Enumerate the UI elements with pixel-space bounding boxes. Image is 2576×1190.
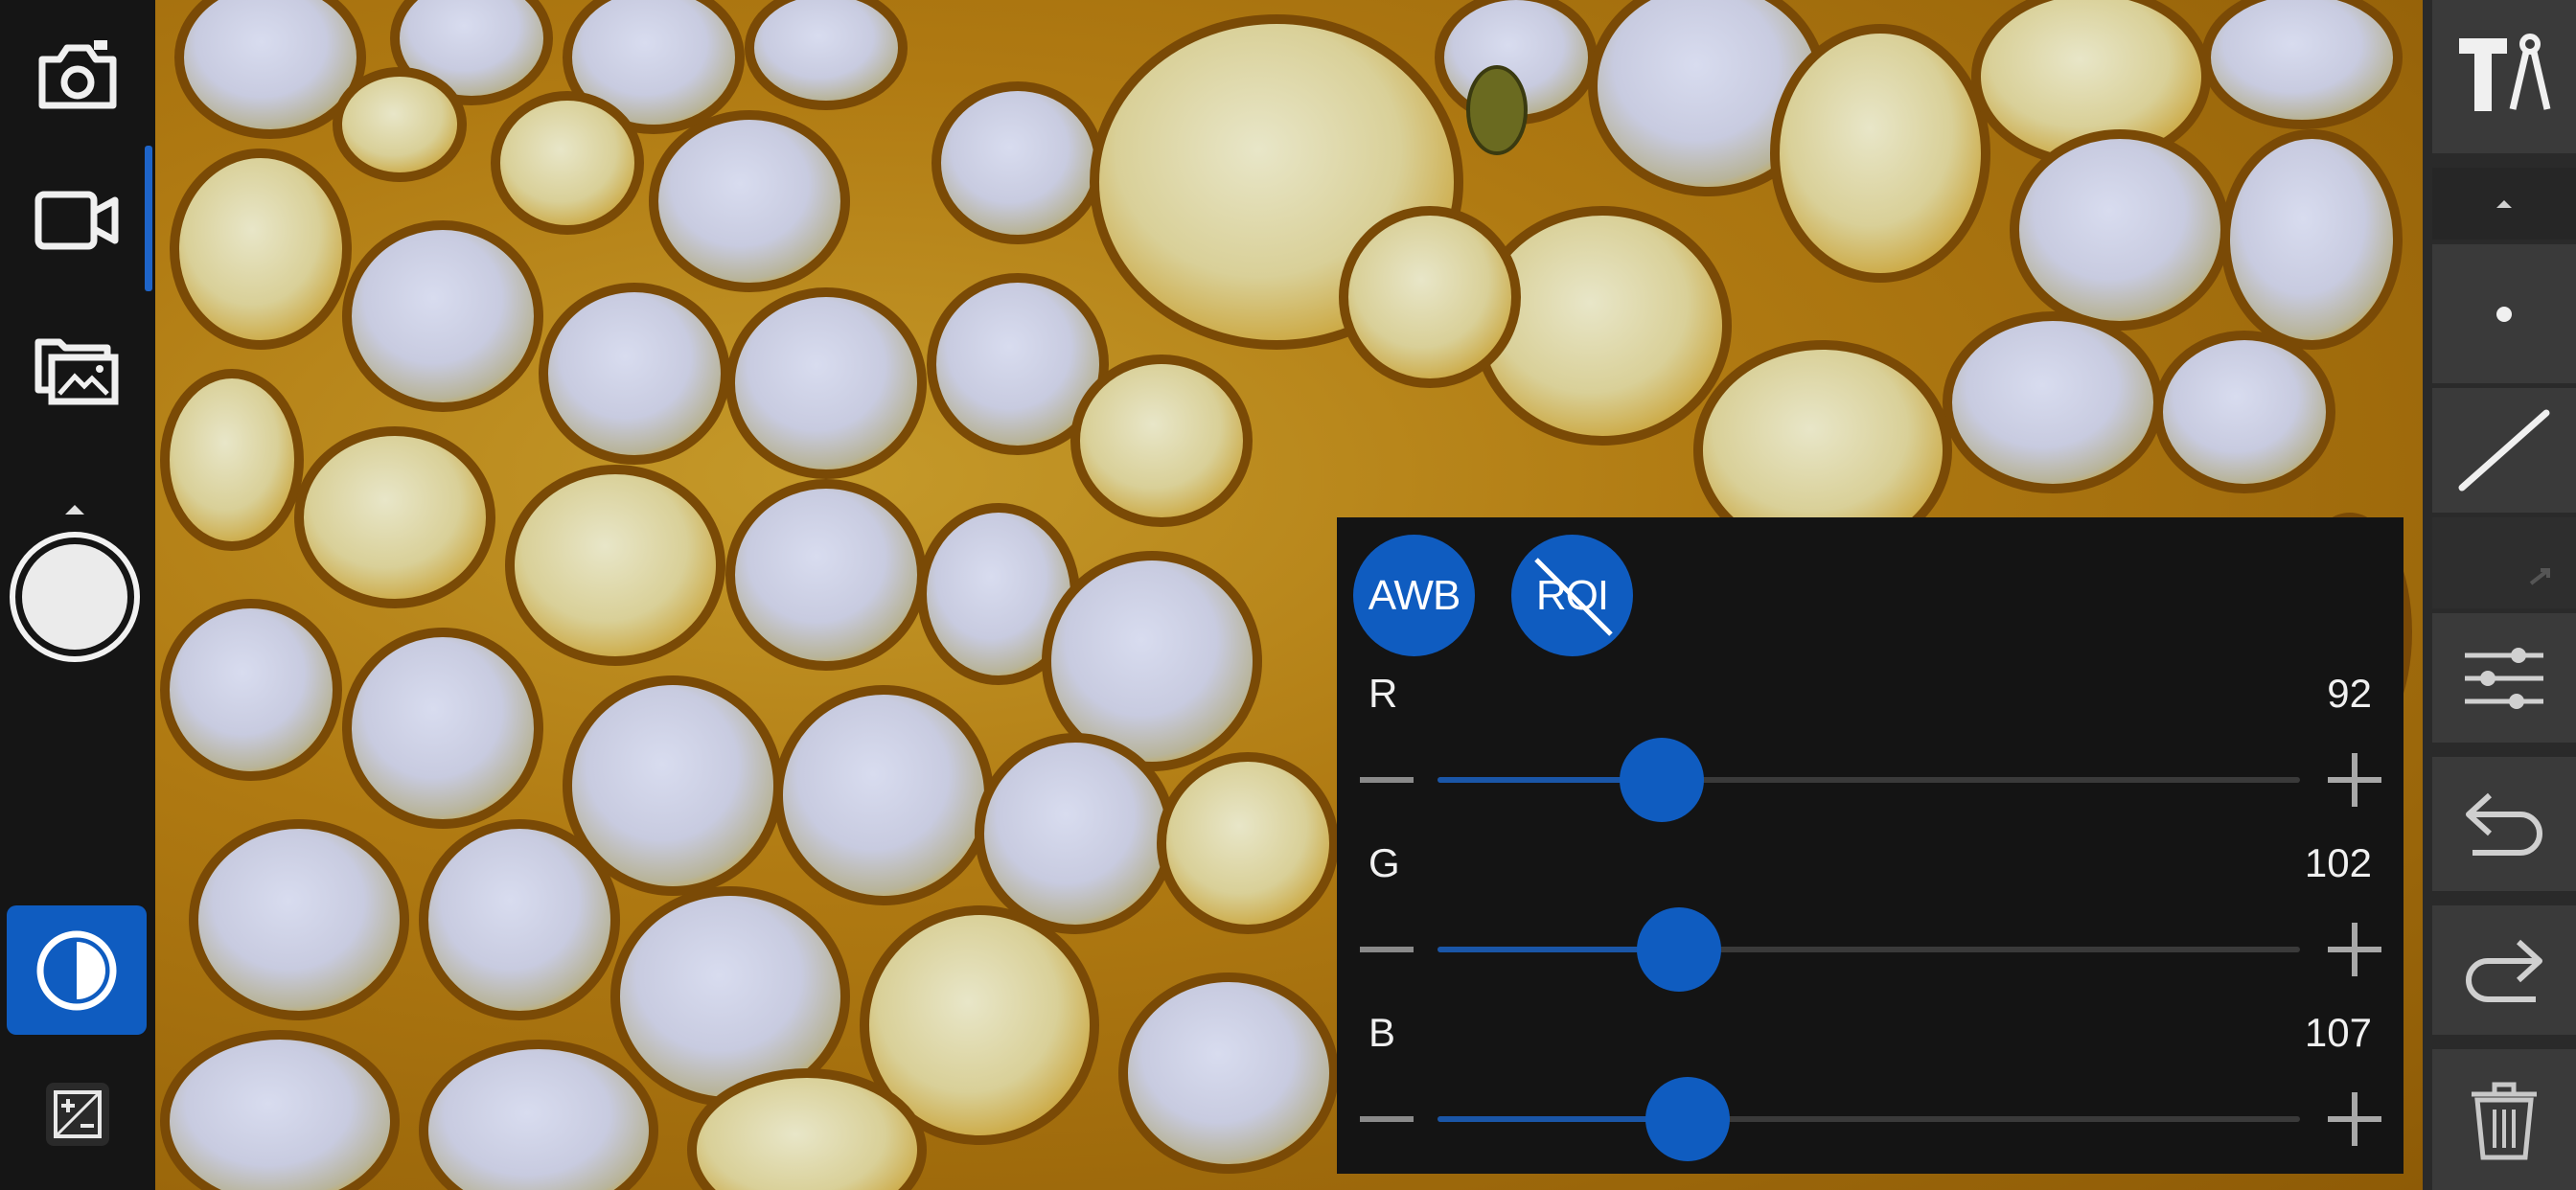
minus-icon bbox=[1360, 1116, 1414, 1122]
channel-value: 92 bbox=[2327, 671, 2372, 716]
slider-thumb[interactable] bbox=[1637, 907, 1721, 992]
gallery-folder-icon bbox=[34, 338, 119, 405]
redo-icon bbox=[2466, 939, 2542, 1002]
photo-capture-button[interactable] bbox=[0, 29, 155, 125]
trash-icon bbox=[2472, 1082, 2537, 1159]
measurement-tools-button[interactable] bbox=[2432, 0, 2576, 153]
camera-icon bbox=[38, 40, 117, 109]
expand-corner-icon bbox=[2529, 567, 2550, 585]
plus-icon bbox=[2328, 753, 2381, 807]
shutter-inner bbox=[22, 544, 127, 650]
minus-icon bbox=[1360, 947, 1414, 952]
channel-label: G bbox=[1368, 840, 1400, 885]
contrast-circle-icon bbox=[36, 930, 117, 1010]
right-toolbar bbox=[2423, 0, 2576, 1190]
shutter-button[interactable] bbox=[10, 532, 140, 662]
exposure-plus-minus-icon bbox=[54, 1090, 102, 1138]
channel-value: 102 bbox=[2304, 840, 2372, 885]
collapse-toolbar-button[interactable] bbox=[2432, 168, 2576, 240]
slider-thumb[interactable] bbox=[1645, 1077, 1730, 1161]
increase-button[interactable] bbox=[2324, 1088, 2385, 1150]
point-tool-button[interactable] bbox=[2432, 244, 2576, 383]
auto-white-balance-button[interactable]: AWB bbox=[1353, 535, 1475, 656]
decrease-button[interactable] bbox=[1356, 749, 1417, 811]
channel-slider[interactable] bbox=[1438, 1077, 2300, 1161]
roi-disabled-slash-icon bbox=[1534, 558, 1613, 636]
white-balance-button[interactable] bbox=[7, 905, 147, 1035]
channel-label: R bbox=[1368, 671, 1398, 716]
minus-icon bbox=[1360, 777, 1414, 783]
plus-icon bbox=[2328, 923, 2381, 976]
delete-button[interactable] bbox=[2432, 1049, 2576, 1190]
more-tools-button[interactable] bbox=[2432, 517, 2576, 608]
left-toolbar bbox=[0, 0, 155, 1190]
sliders-icon bbox=[2465, 647, 2543, 709]
microscope-camera-app: AWB ROI R 92 bbox=[0, 0, 2576, 1190]
settings-button[interactable] bbox=[2432, 613, 2576, 743]
line-tool-button[interactable] bbox=[2432, 388, 2576, 513]
gallery-button[interactable] bbox=[0, 321, 155, 417]
shutter-expand-caret-icon[interactable] bbox=[65, 505, 84, 515]
line-icon bbox=[2458, 409, 2550, 492]
increase-button[interactable] bbox=[2324, 749, 2385, 811]
white-balance-panel: AWB ROI R 92 bbox=[1337, 517, 2404, 1174]
active-mode-indicator bbox=[145, 146, 152, 291]
channel-label: B bbox=[1368, 1010, 1396, 1055]
measure-tools-icon bbox=[2459, 34, 2551, 111]
channel-value: 107 bbox=[2304, 1010, 2372, 1055]
roi-button[interactable]: ROI bbox=[1511, 535, 1633, 656]
video-camera-icon bbox=[34, 191, 119, 250]
increase-button[interactable] bbox=[2324, 919, 2385, 980]
slider-thumb[interactable] bbox=[1620, 738, 1704, 822]
awb-label: AWB bbox=[1368, 571, 1461, 619]
decrease-button[interactable] bbox=[1356, 919, 1417, 980]
plus-icon bbox=[2328, 1092, 2381, 1146]
caret-up-icon bbox=[2496, 199, 2512, 208]
exposure-compensation-button[interactable] bbox=[46, 1083, 109, 1146]
channel-slider[interactable] bbox=[1438, 738, 2300, 822]
channel-slider[interactable] bbox=[1438, 907, 2300, 992]
redo-button[interactable] bbox=[2432, 905, 2576, 1035]
undo-icon bbox=[2466, 792, 2542, 856]
undo-button[interactable] bbox=[2432, 757, 2576, 891]
point-icon bbox=[2496, 306, 2512, 322]
video-record-button[interactable] bbox=[0, 172, 155, 268]
decrease-button[interactable] bbox=[1356, 1088, 1417, 1150]
